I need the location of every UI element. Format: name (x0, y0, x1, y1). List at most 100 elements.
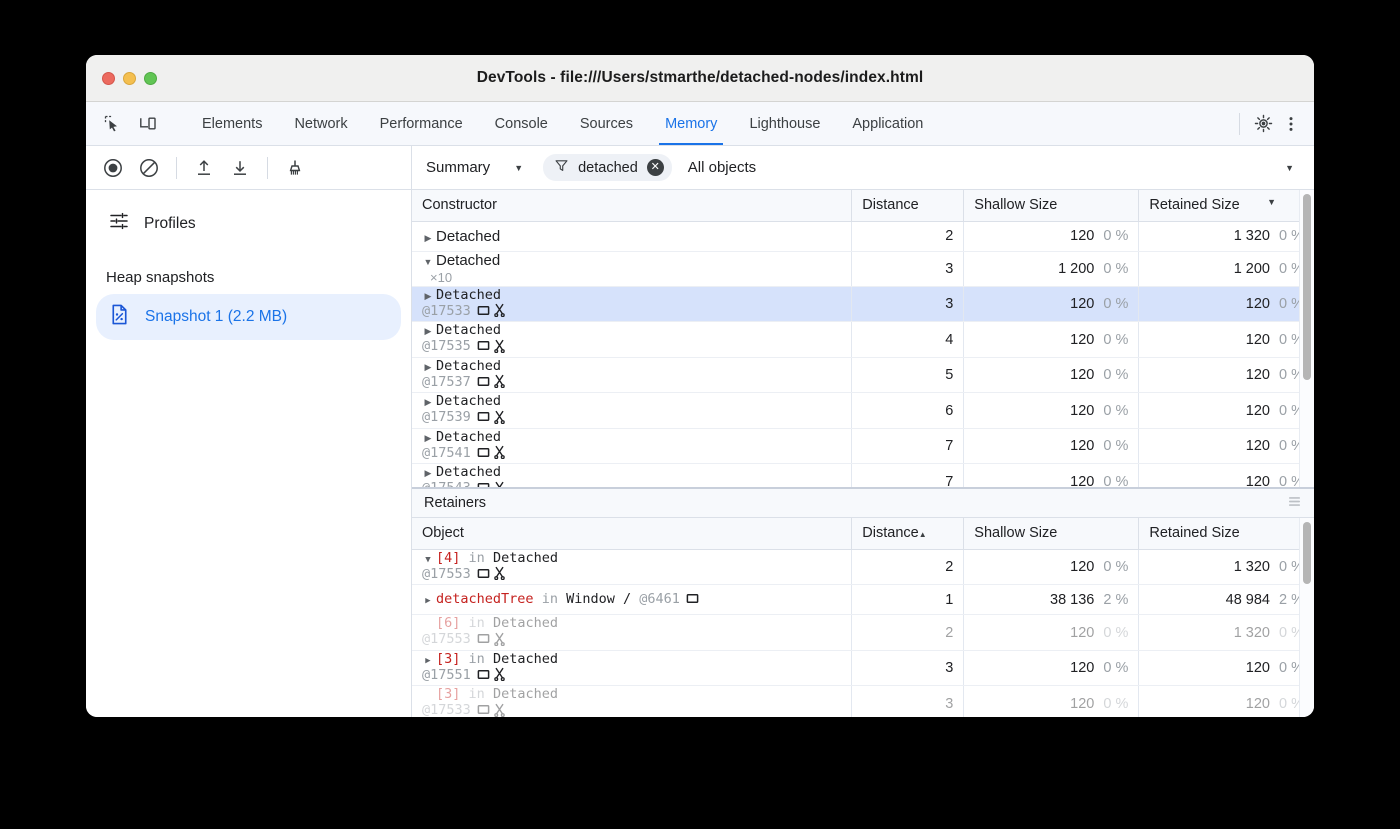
table-row[interactable]: ▶Detached @1753541200 %1200 % (412, 322, 1314, 358)
filter-input[interactable]: detached (578, 160, 638, 176)
object-cell[interactable]: ▶[3] in Detached @17551 (412, 650, 852, 686)
column-header-distance[interactable]: Distance▲ (852, 518, 964, 549)
column-header-object[interactable]: Object (412, 518, 852, 549)
expand-triangle-icon[interactable]: ▶ (422, 233, 434, 244)
node-icons (477, 445, 506, 463)
expand-triangle-icon[interactable]: ▶ (422, 596, 434, 606)
summary-grid[interactable]: Constructor Distance Shallow Size Retain… (412, 190, 1314, 488)
expand-triangle-icon[interactable]: ▶ (422, 620, 434, 630)
column-header-constructor[interactable]: Constructor (412, 190, 852, 221)
column-header-distance[interactable]: Distance (852, 190, 964, 221)
expand-triangle-icon[interactable]: ▼ (422, 555, 434, 565)
reveal-in-elements-icon[interactable] (477, 632, 490, 649)
tab-application[interactable]: Application (836, 102, 939, 145)
table-row[interactable]: ▶Detached @1753751200 %1200 % (412, 357, 1314, 393)
reveal-in-elements-icon[interactable] (686, 592, 699, 609)
summary-scroll-thumb[interactable] (1303, 194, 1311, 380)
minimize-window-button[interactable] (123, 72, 136, 85)
table-row[interactable]: ▼Detached ×1031 2000 %1 2000 % (412, 251, 1314, 286)
expand-triangle-icon[interactable]: ▶ (422, 433, 434, 444)
reveal-in-elements-icon[interactable] (477, 703, 490, 717)
constructor-cell[interactable]: ▶Detached @17535 (412, 322, 852, 358)
value: 1 200 (1218, 261, 1270, 277)
expand-triangle-icon[interactable]: ▶ (422, 656, 434, 666)
expand-triangle-icon[interactable]: ▶ (422, 291, 434, 302)
tab-lighthouse[interactable]: Lighthouse (733, 102, 836, 145)
constructor-cell[interactable]: ▶Detached @17541 (412, 428, 852, 464)
expand-triangle-icon[interactable]: ▶ (422, 397, 434, 408)
reveal-in-elements-icon[interactable] (477, 375, 490, 392)
device-toolbar-icon[interactable] (135, 111, 161, 137)
column-header-shallow-size[interactable]: Shallow Size (964, 518, 1139, 549)
column-header-shallow-size[interactable]: Shallow Size (964, 190, 1139, 221)
collect-garbage-broom-icon[interactable] (282, 155, 308, 181)
reveal-in-elements-icon[interactable] (477, 304, 490, 321)
retainers-grid[interactable]: Object Distance▲ Shallow Size Retained S… (412, 518, 1314, 717)
table-row[interactable]: ▶Detached @1754371200 %1200 % (412, 464, 1314, 488)
table-row[interactable]: ▶Detached @1753961200 %1200 % (412, 393, 1314, 429)
retainers-scroll-track[interactable] (1299, 518, 1314, 717)
tab-elements[interactable]: Elements (186, 102, 278, 145)
view-type-select[interactable]: Summary ▼ (426, 159, 529, 176)
constructor-cell[interactable]: ▶Detached (412, 221, 852, 251)
expand-triangle-icon[interactable]: ▶ (422, 468, 434, 479)
node-icons (477, 481, 506, 488)
object-cell[interactable]: ▶[3] in Detached @17533 (412, 686, 852, 717)
table-row[interactable]: ▶Detached 21200 %1 3200 % (412, 221, 1314, 251)
more-vertical-icon[interactable] (1278, 111, 1304, 137)
table-row[interactable]: ▶Detached @1753331200 %1200 % (412, 286, 1314, 322)
table-row[interactable]: ▶detachedTree in Window / @6461138 1362 … (412, 585, 1314, 615)
object-cell[interactable]: ▶[6] in Detached @17553 (412, 615, 852, 651)
retainers-titlebar: Retainers (412, 488, 1314, 518)
constructor-cell[interactable]: ▶Detached @17539 (412, 393, 852, 429)
gear-icon[interactable] (1250, 111, 1276, 137)
maximize-window-button[interactable] (144, 72, 157, 85)
reveal-in-elements-icon[interactable] (477, 668, 490, 685)
reveal-in-elements-icon[interactable] (477, 410, 490, 427)
expand-triangle-icon[interactable]: ▶ (422, 362, 434, 373)
object-cell[interactable]: ▶detachedTree in Window / @6461 (412, 585, 852, 615)
constructor-cell[interactable]: ▶Detached @17537 (412, 357, 852, 393)
filter-chip[interactable]: detached ✕ (543, 154, 672, 181)
table-row[interactable]: ▶[6] in Detached @1755321200 %1 3200 % (412, 615, 1314, 651)
reveal-in-elements-icon[interactable] (477, 446, 490, 463)
constructor-cell[interactable]: ▼Detached ×10 (412, 251, 852, 286)
retained-size-cell: 1200 % (1139, 393, 1314, 429)
expand-triangle-icon[interactable]: ▼ (422, 257, 434, 267)
record-circle-icon[interactable] (100, 155, 126, 181)
reveal-in-elements-icon[interactable] (477, 339, 490, 356)
tab-network[interactable]: Network (278, 102, 363, 145)
constructor-cell[interactable]: ▶Detached @17543 (412, 464, 852, 488)
column-header-retained-size[interactable]: Retained Size (1139, 518, 1314, 549)
table-row[interactable]: ▶Detached @1754171200 %1200 % (412, 428, 1314, 464)
tab-performance[interactable]: Performance (364, 102, 479, 145)
table-row[interactable]: ▶[3] in Detached @1753331200 %1200 % (412, 686, 1314, 717)
retainers-scroll-thumb[interactable] (1303, 522, 1311, 584)
summary-scrollbar[interactable] (1301, 194, 1313, 380)
column-header-retained-size[interactable]: Retained Size ▼ (1139, 190, 1314, 221)
expand-triangle-icon[interactable]: ▶ (422, 326, 434, 337)
object-cell[interactable]: ▼[4] in Detached @17553 (412, 549, 852, 585)
value: 120 (1042, 438, 1094, 454)
sidebar-item-profiles[interactable]: Profiles (86, 202, 411, 245)
retainers-scrollbar[interactable] (1301, 522, 1313, 584)
tab-memory[interactable]: Memory (649, 102, 733, 145)
inspect-element-icon[interactable] (100, 111, 126, 137)
reveal-in-elements-icon[interactable] (477, 481, 490, 488)
table-row[interactable]: ▶[3] in Detached @1755131200 %1200 % (412, 650, 1314, 686)
hamburger-menu-icon[interactable] (1287, 494, 1302, 513)
table-row[interactable]: ▼[4] in Detached @1755321200 %1 3200 % (412, 549, 1314, 585)
load-upload-icon[interactable] (191, 155, 217, 181)
reveal-in-elements-icon[interactable] (477, 567, 490, 584)
tab-console[interactable]: Console (479, 102, 564, 145)
expand-triangle-icon[interactable]: ▶ (422, 691, 434, 701)
clear-prohibited-icon[interactable] (136, 155, 162, 181)
objects-filter-select[interactable]: All objects ▼ (672, 159, 1314, 176)
tab-sources[interactable]: Sources (564, 102, 649, 145)
sidebar-item-snapshot-1[interactable]: Snapshot 1 (2.2 MB) (96, 294, 401, 340)
save-download-icon[interactable] (227, 155, 253, 181)
summary-scroll-track[interactable] (1299, 190, 1314, 487)
close-window-button[interactable] (102, 72, 115, 85)
constructor-cell[interactable]: ▶Detached @17533 (412, 286, 852, 322)
clear-x-icon[interactable]: ✕ (647, 159, 664, 176)
